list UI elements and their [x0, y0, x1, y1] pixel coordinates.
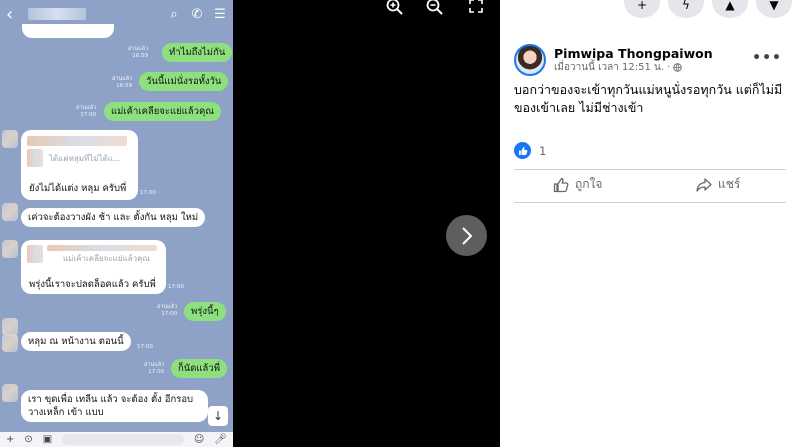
screen: ‹ ⌕ ✆ ☰ อ่านแล้ว 16:59 ทำไมถึงไม่กัน อ่าน… — [0, 0, 800, 447]
fullscreen-icon[interactable] — [465, 0, 487, 18]
zoom-out-icon[interactable] — [424, 0, 446, 20]
share-icon — [696, 177, 712, 192]
next-photo-button[interactable] — [446, 215, 487, 256]
more-options-icon[interactable]: ••• — [752, 50, 782, 66]
share-label: แชร์ — [718, 177, 741, 191]
read-status: อ่านแล้ว 16:59 — [112, 76, 133, 89]
menu-icon: ☰ — [214, 6, 226, 22]
outgoing-message: วันนี้แม่นั่งรอทั้งวัน — [139, 72, 229, 91]
quote-thumbnail — [27, 245, 43, 263]
emoji-icon[interactable]: ☺ — [194, 434, 204, 445]
divider — [514, 169, 786, 170]
messenger-button[interactable]: ϟ — [668, 0, 704, 18]
blurred-quote-sender — [47, 245, 157, 251]
like-label: ถูกใจ — [575, 177, 603, 191]
author-avatar[interactable] — [514, 44, 546, 76]
read-status: อ่านแล้ว 17:00 — [144, 362, 165, 375]
chevron-right-icon — [461, 226, 472, 245]
search-icon: ⌕ — [170, 6, 178, 22]
message-input[interactable] — [62, 434, 184, 445]
like-reaction-icon — [514, 142, 531, 159]
author-name[interactable]: Pimwipa Thongpaiwon — [554, 46, 713, 61]
microphone-icon[interactable]: 🎤︎ — [214, 434, 227, 445]
chat-bubble-partial — [22, 24, 114, 38]
incoming-message: หลุม ณ หน้างาน ตอนนี้ — [21, 332, 131, 351]
plus-icon: + — [636, 0, 648, 12]
quote-thumbnail — [27, 149, 43, 167]
read-status: อ่านแล้ว 17:00 — [157, 304, 178, 317]
incoming-message: เค่วจะต้องวางผัง ช้า และ ตั้งกัน หลุม ให… — [21, 208, 206, 227]
read-status: อ่านแล้ว 17:00 — [76, 105, 97, 118]
post-panel: + ϟ ▲ ▼ Pimwipa Thongpaiwon เมื่อวานนี้ … — [500, 0, 800, 447]
read-status: อ่านแล้ว 16:59 — [128, 46, 149, 59]
reply-message: ได้แต่หลุมที่ไม่ได้แ... ยังไม่ได้แต่ง หล… — [21, 130, 138, 200]
reactions-summary[interactable]: 1 — [514, 142, 546, 159]
blurred-quote-sender — [27, 136, 127, 146]
camera-icon[interactable]: ⊙ — [24, 434, 32, 445]
incoming-message: เรา ขุดเพื่อ เทลีน แล้ว จะต้อง ตั้ง อีกร… — [21, 390, 208, 422]
reply-text: ยังไม่ได้แต่ง หลุม ครับพี่ — [29, 183, 127, 194]
post-timestamp: เมื่อวานนี้ เวลา 12:51 น. · — [554, 61, 713, 75]
message-time: 17:00 — [140, 190, 156, 196]
sender-avatar — [2, 130, 18, 148]
messenger-icon: ϟ — [682, 0, 690, 12]
outgoing-message: ก็นัดแล้วพี่ — [171, 359, 227, 378]
divider — [514, 202, 786, 203]
sender-avatar — [2, 384, 18, 402]
quoted-text: แม่เค้าเคลียจะแย่แล้วคุณ — [63, 254, 150, 263]
top-nav-buttons: + ϟ ▲ ▼ — [624, 0, 800, 18]
create-button[interactable]: + — [624, 0, 660, 18]
account-button[interactable]: ▼ — [756, 0, 792, 18]
sender-avatar — [2, 334, 18, 352]
outgoing-message: พรุ่งนี้ๆ — [184, 302, 226, 321]
post-header: Pimwipa Thongpaiwon เมื่อวานนี้ เวลา 12:… — [514, 44, 713, 76]
message-time: 17:00 — [137, 344, 153, 350]
outgoing-message: ทำไมถึงไม่กัน — [162, 43, 233, 62]
reply-message: แม่เค้าเคลียจะแย่แล้วคุณ พรุ่งนี้เราจะปล… — [21, 240, 166, 294]
share-button[interactable]: แชร์ — [696, 175, 740, 194]
timestamp-text[interactable]: เมื่อวานนี้ เวลา 12:51 น. — [554, 61, 664, 75]
quoted-text: ได้แต่หลุมที่ไม่ได้แ... — [49, 154, 121, 163]
chevron-down-icon: ▼ — [769, 0, 779, 12]
back-icon: ‹ — [6, 3, 14, 25]
blurred-contact-name — [28, 8, 86, 20]
outgoing-message: แม่เค้าเคลียจะแย่แล้วคุณ — [104, 102, 222, 121]
add-icon[interactable]: + — [6, 434, 14, 445]
thumbs-up-icon — [553, 177, 569, 192]
post-text: บอกว่าของจะเข้าทุกวันแม่หนูนั่งรอทุกวัน … — [514, 82, 783, 115]
globe-icon — [673, 63, 682, 72]
reaction-count: 1 — [539, 143, 547, 158]
message-time: 17:00 — [168, 284, 184, 290]
dot-separator: · — [667, 61, 671, 73]
notifications-button[interactable]: ▲ — [712, 0, 748, 18]
sender-avatar — [2, 240, 18, 258]
reply-text: พรุ่งนี้เราจะปลดล็อคแล้ว ครับพี่ — [29, 279, 156, 290]
scroll-down-button[interactable]: ↓ — [208, 406, 228, 426]
image-icon[interactable]: ▣ — [43, 434, 52, 445]
zoom-in-icon[interactable] — [384, 0, 406, 20]
like-button[interactable]: ถูกใจ — [553, 175, 602, 194]
phone-icon: ✆ — [191, 6, 203, 22]
chat-input-bar: + ⊙ ▣ ☺ 🎤︎ — [0, 432, 233, 447]
sender-avatar — [2, 203, 18, 221]
chat-screenshot: ‹ ⌕ ✆ ☰ อ่านแล้ว 16:59 ทำไมถึงไม่กัน อ่าน… — [0, 0, 233, 447]
bell-icon: ▲ — [725, 0, 735, 12]
